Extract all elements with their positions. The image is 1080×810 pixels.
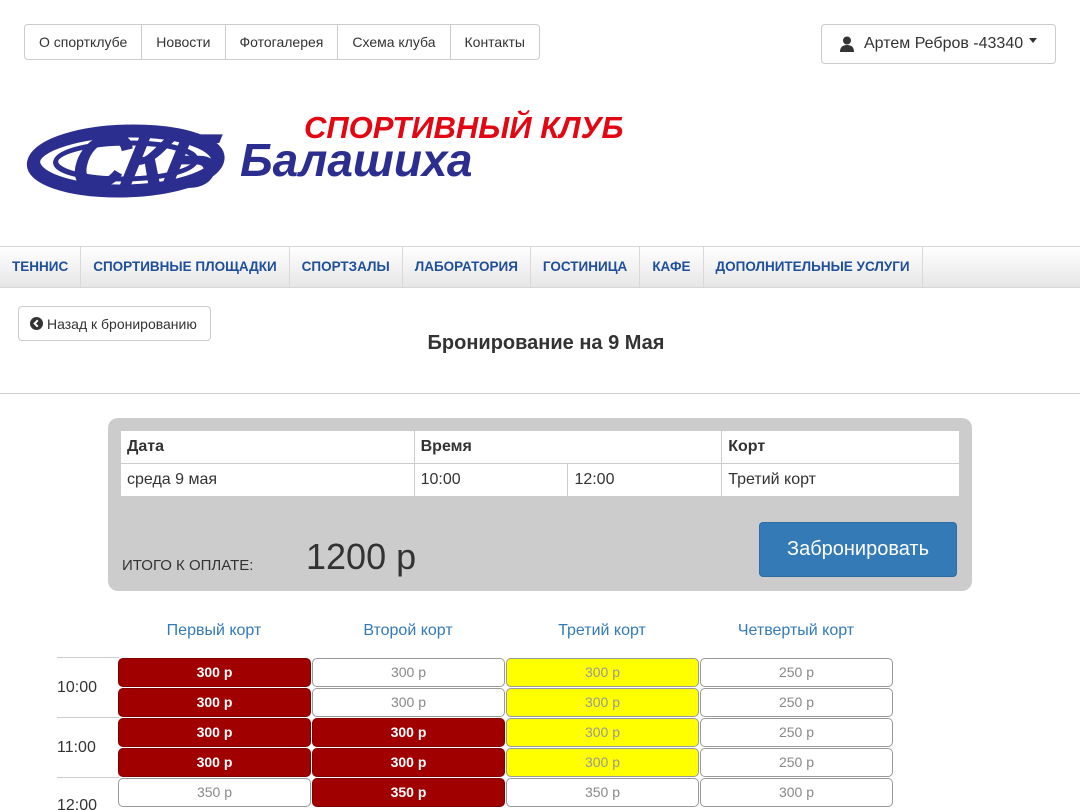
back-button-label: Назад к бронированию xyxy=(47,315,197,332)
user-icon xyxy=(840,36,854,52)
slot-sel[interactable]: 300 р xyxy=(506,718,699,747)
slot-busy[interactable]: 300 р xyxy=(312,718,505,747)
caret-down-icon xyxy=(1029,37,1038,43)
summary-time-to: 12:00 xyxy=(567,463,723,497)
court-header-first[interactable]: Первый корт xyxy=(117,622,311,640)
slot-busy[interactable]: 300 р xyxy=(118,688,311,717)
slot-busy[interactable]: 350 р xyxy=(312,778,505,807)
time-divider xyxy=(57,777,119,778)
total-label: ИТОГО К ОПЛАТЕ: xyxy=(122,557,254,574)
mainnav-item-tennis[interactable]: ТЕННИС xyxy=(0,247,82,287)
slot-sel[interactable]: 300 р xyxy=(506,748,699,777)
slot-free[interactable]: 350 р xyxy=(506,778,699,807)
court-header-third[interactable]: Третий корт xyxy=(505,622,699,640)
slot-free[interactable]: 250 р xyxy=(700,688,893,717)
slot-free[interactable]: 300 р xyxy=(312,658,505,687)
mainnav-item-extra-services[interactable]: ДОПОЛНИТЕЛЬНЫЕ УСЛУГИ xyxy=(704,247,923,287)
slot-free[interactable]: 300 р xyxy=(700,778,893,807)
topnav-item-news[interactable]: Новости xyxy=(142,25,226,59)
main-navigation: ТЕННИС СПОРТИВНЫЕ ПЛОЩАДКИ СПОРТЗАЛЫ ЛАБ… xyxy=(0,246,1080,288)
page: О спортклубе Новости Фотогалерея Схема к… xyxy=(0,0,1080,810)
topnav-item-about[interactable]: О спортклубе xyxy=(25,25,143,59)
summary-court: Третий корт xyxy=(721,463,960,497)
slot-busy[interactable]: 300 р xyxy=(118,718,311,747)
mainnav-item-hotel[interactable]: ГОСТИНИЦА xyxy=(531,247,641,287)
slot-free[interactable]: 300 р xyxy=(312,688,505,717)
logo-mark: СКБ xyxy=(63,118,226,205)
court-header-fourth[interactable]: Четвертый корт xyxy=(699,622,893,640)
summary-time-from: 10:00 xyxy=(413,463,569,497)
booking-summary-table: Дата Время Корт среда 9 мая 10:00 12:00 … xyxy=(120,430,960,497)
time-divider xyxy=(57,657,119,658)
slot-free[interactable]: 250 р xyxy=(700,748,893,777)
mainnav-item-gyms[interactable]: СПОРТЗАЛЫ xyxy=(290,247,403,287)
slot-busy[interactable]: 300 р xyxy=(118,748,311,777)
book-button[interactable]: Забронировать xyxy=(759,522,957,577)
slot-busy[interactable]: 300 р xyxy=(118,658,311,687)
booking-summary-panel: Дата Время Корт среда 9 мая 10:00 12:00 … xyxy=(108,418,972,591)
time-label: 10:00 xyxy=(57,679,98,696)
summary-date: среда 9 мая xyxy=(120,463,415,497)
chevron-left-circle-icon xyxy=(30,317,43,330)
topnav-item-club-map[interactable]: Схема клуба xyxy=(338,25,451,59)
user-menu-button[interactable]: Артем Ребров -43340 xyxy=(821,24,1056,64)
slot-sel[interactable]: 300 р xyxy=(506,658,699,687)
header-date: Дата xyxy=(120,430,415,464)
slot-free[interactable]: 250 р xyxy=(700,718,893,747)
logo-line2: Балашиха xyxy=(240,134,472,186)
header-time: Время xyxy=(413,430,723,464)
top-navigation: О спортклубе Новости Фотогалерея Схема к… xyxy=(24,24,540,60)
time-label: 12:00 xyxy=(57,797,98,810)
time-divider xyxy=(57,717,119,718)
mainnav-item-sport-grounds[interactable]: СПОРТИВНЫЕ ПЛОЩАДКИ xyxy=(81,247,290,287)
mainnav-item-laboratory[interactable]: ЛАБОРАТОРИЯ xyxy=(403,247,531,287)
court-header-second[interactable]: Второй корт xyxy=(311,622,505,640)
slot-free[interactable]: 250 р xyxy=(700,658,893,687)
slot-busy[interactable]: 300 р xyxy=(312,748,505,777)
club-logo[interactable]: СКБ СПОРТИВНЫЙ КЛУБ Балашиха xyxy=(22,108,642,208)
topnav-item-contacts[interactable]: Контакты xyxy=(451,25,539,59)
page-title: Бронирование на 9 Мая xyxy=(427,332,665,354)
user-name: Артем Ребров -43340 xyxy=(864,35,1024,52)
slot-sel[interactable]: 300 р xyxy=(506,688,699,717)
topnav-item-gallery[interactable]: Фотогалерея xyxy=(226,25,339,59)
time-label: 11:00 xyxy=(57,739,96,756)
mainnav-item-cafe[interactable]: КАФЕ xyxy=(640,247,704,287)
total-value: 1200 р xyxy=(306,536,417,577)
divider xyxy=(0,393,1080,394)
slot-free[interactable]: 350 р xyxy=(118,778,311,807)
header-court: Корт xyxy=(721,430,960,464)
